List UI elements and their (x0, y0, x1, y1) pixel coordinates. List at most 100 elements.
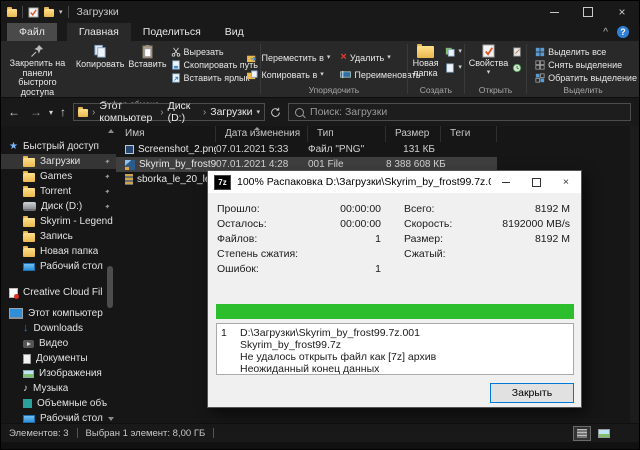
rename-icon (340, 70, 351, 79)
new-folder-button[interactable]: Новая папка (408, 43, 443, 79)
thumbnails-view-button[interactable] (595, 426, 613, 441)
edit-button[interactable] (510, 45, 524, 58)
dialog-minimize-button[interactable] (491, 171, 521, 193)
move-to-icon (247, 53, 258, 63)
tab-home[interactable]: Главная (67, 23, 131, 41)
select-all-button[interactable]: Выделить все (533, 45, 639, 58)
sidebar-item-music[interactable]: ♪ Музыка (1, 381, 116, 396)
folder-icon (7, 9, 17, 17)
recent-locations-caret-icon[interactable]: ▾ (47, 109, 55, 116)
easy-access-button[interactable]: ▾ (443, 61, 464, 74)
pin-to-quick-access-button[interactable]: Закрепить на панели быстрого доступа (1, 43, 74, 98)
back-button[interactable]: ← (3, 105, 25, 119)
select-none-button[interactable]: Снять выделение (533, 58, 639, 71)
sidebar-item-zapis[interactable]: Запись (1, 229, 116, 244)
sidebar-scrollbar[interactable] (106, 126, 115, 424)
scroll-up-icon[interactable] (108, 129, 114, 133)
new-folder-icon (417, 46, 434, 58)
sidebar-item-3d-objects[interactable]: Объемные объ (1, 396, 116, 411)
divider (213, 428, 214, 438)
breadcrumb[interactable]: › Этот компьютер › Диск (D:) › Загрузки … (73, 103, 265, 121)
folder-icon (78, 109, 88, 117)
move-to-button[interactable]: Переместить в ▾ (245, 49, 332, 66)
divider (22, 6, 23, 18)
minimize-icon (502, 182, 510, 183)
tab-share[interactable]: Поделиться (131, 23, 213, 41)
column-size[interactable]: Размер (386, 126, 441, 142)
invert-selection-button[interactable]: Обратить выделение (533, 71, 639, 84)
copy-button[interactable]: Копировать (74, 43, 126, 71)
column-type[interactable]: Тип (308, 126, 386, 142)
creative-cloud-icon (9, 288, 18, 298)
ribbon-group-clipboard: Закрепить на панели быстрого доступа Коп… (1, 41, 260, 97)
paste-button[interactable]: Вставить (126, 43, 168, 71)
sidebar-item-new-folder[interactable]: Новая папка (1, 244, 116, 259)
customize-toolbar-caret-icon[interactable]: ▾ (59, 9, 63, 16)
minimize-button[interactable] (537, 1, 571, 23)
folder-icon (23, 218, 35, 227)
title-bar: ▾ Загрузки × (1, 1, 639, 23)
shortcut-icon (171, 73, 181, 83)
properties-icon (481, 44, 496, 58)
properties-button[interactable]: Свойства ▾ (466, 43, 510, 77)
close-button[interactable]: × (605, 1, 639, 23)
delete-x-icon: × (340, 52, 346, 63)
tab-file[interactable]: Файл (7, 23, 57, 41)
breadcrumb-this-pc[interactable]: Этот компьютер (99, 100, 156, 124)
pin-icon (30, 44, 44, 58)
sidebar-item-torrent[interactable]: Torrent (1, 184, 116, 199)
sidebar-item-documents[interactable]: Документы (1, 351, 116, 366)
search-icon (295, 108, 304, 117)
search-input[interactable]: Поиск: Загрузки (288, 103, 631, 121)
file-row-screenshot[interactable]: Screenshot_2.png 07.01.2021 5:33 Файл "P… (116, 142, 497, 157)
maximize-button[interactable] (571, 1, 605, 23)
address-dropdown-icon[interactable]: ▾ (257, 109, 261, 116)
address-bar: ← → ▾ ↑ › Этот компьютер › Диск (D:) › З… (1, 98, 639, 126)
collapse-ribbon-icon[interactable]: ^ (603, 27, 608, 38)
refresh-button[interactable] (265, 107, 286, 118)
scrollbar-thumb[interactable] (107, 266, 113, 308)
sidebar-item-downloads[interactable]: ↓ Downloads (1, 321, 116, 336)
sidebar-item-games[interactable]: Games (1, 169, 116, 184)
sidebar-item-drive-d[interactable]: Диск (D:) (1, 199, 116, 214)
new-item-button[interactable]: ▾ (443, 45, 464, 58)
sidebar-item-quick-access[interactable]: ★ Быстрый доступ (1, 139, 116, 154)
help-icon[interactable]: ? (617, 26, 629, 38)
sort-ascending-icon (254, 127, 260, 130)
breadcrumb-downloads[interactable]: Загрузки (210, 106, 252, 118)
seven-zip-icon: 7z (214, 175, 231, 190)
sidebar-item-skyrim-legend[interactable]: Skyrim - Legend (1, 214, 116, 229)
copy-to-button[interactable]: Копировать в ▾ (245, 66, 332, 83)
sidebar-item-pictures[interactable]: Изображения (1, 366, 116, 381)
file-list-scrollbar[interactable] (630, 126, 639, 424)
error-file-path: D:\Загрузки\Skyrim_by_frost99.7z.001 (240, 327, 420, 339)
group-label-open: Открыть (465, 84, 526, 97)
details-view-button[interactable] (573, 426, 591, 441)
scroll-down-icon[interactable] (108, 417, 114, 421)
column-tags[interactable]: Теги (441, 126, 497, 142)
extraction-progress-bar (216, 304, 574, 319)
column-name[interactable]: Имя (116, 126, 216, 142)
new-folder-quick-icon[interactable] (44, 9, 54, 17)
breadcrumb-drive-d[interactable]: Диск (D:) (168, 100, 199, 124)
sidebar-item-videos[interactable]: Видео (1, 336, 116, 351)
sidebar-item-this-pc[interactable]: Этот компьютер (1, 306, 116, 321)
sidebar-item-downloads-d[interactable]: Загрузки (1, 154, 116, 169)
sidebar-item-desktop[interactable]: Рабочий стол (1, 259, 116, 274)
history-button[interactable] (510, 61, 524, 74)
quick-access-toolbar: ▾ (1, 6, 75, 18)
ribbon-group-organize: Переместить в ▾ Копировать в ▾ × Удалить… (261, 41, 407, 97)
split-archive-file-icon (125, 160, 135, 170)
forward-button[interactable]: → (25, 105, 47, 119)
dialog-maximize-button[interactable] (521, 171, 551, 193)
column-date-modified[interactable]: Дата изменения (216, 126, 308, 142)
sidebar-item-creative-cloud[interactable]: Creative Cloud Fil (1, 285, 116, 300)
copy-path-icon (171, 60, 181, 70)
dialog-close-button[interactable]: × (551, 171, 581, 193)
up-button[interactable]: ↑ (55, 105, 71, 119)
properties-check-icon[interactable] (28, 7, 39, 18)
group-label-select: Выделить (527, 84, 639, 97)
tab-view[interactable]: Вид (213, 23, 256, 41)
dialog-close-action-button[interactable]: Закрыть (490, 383, 574, 403)
group-label-organize: Упорядочить (261, 84, 407, 97)
